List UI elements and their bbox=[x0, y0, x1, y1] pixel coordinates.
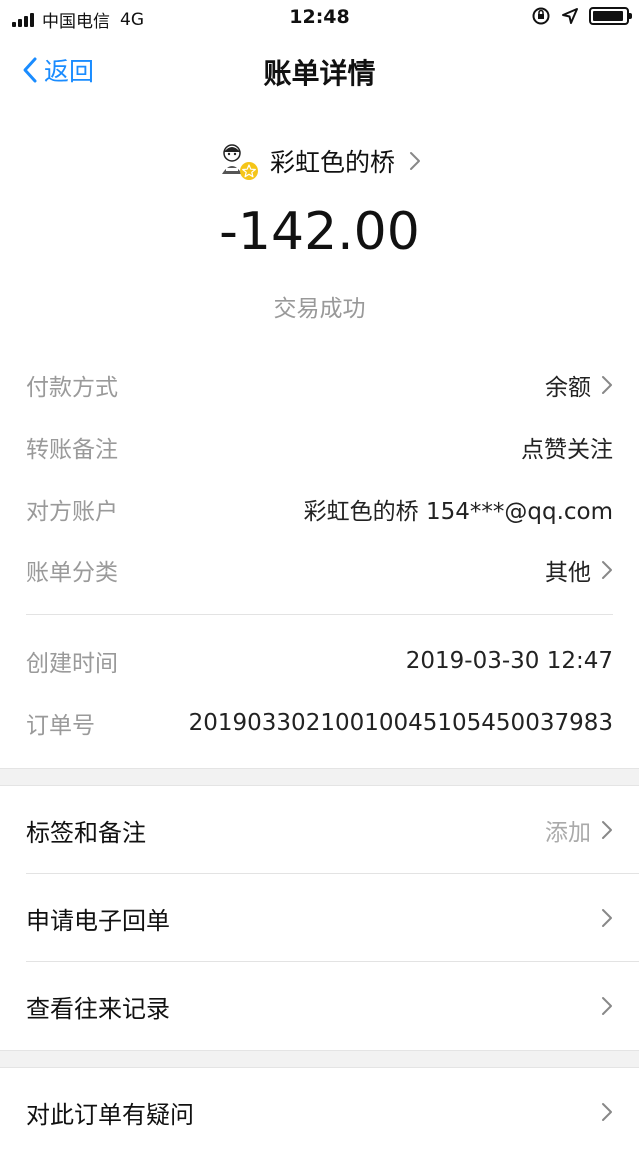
detail-label: 订单号 bbox=[26, 713, 95, 739]
detail-value: 点赞关注 bbox=[521, 437, 613, 463]
category-value: 其他 bbox=[545, 560, 591, 586]
menu-item-label: 标签和备注 bbox=[26, 818, 146, 847]
amount: -142.00 bbox=[219, 202, 420, 262]
trade-status: 交易成功 bbox=[273, 296, 366, 322]
location-icon bbox=[562, 8, 578, 24]
chevron-right-icon bbox=[602, 1103, 612, 1121]
menu-item-right bbox=[601, 996, 613, 1016]
page-title: 账单详情 bbox=[263, 57, 376, 90]
detail-label: 账单分类 bbox=[26, 560, 118, 586]
detail-label: 转账备注 bbox=[26, 437, 118, 463]
detail-value: 其他 bbox=[545, 553, 613, 587]
detail-row-counterparty: 对方账户 彩虹色的桥 154***@qq.com bbox=[26, 489, 613, 529]
nav-bar: 返回 账单详情 bbox=[0, 38, 639, 108]
section-gap bbox=[0, 768, 639, 786]
detail-row-category[interactable]: 账单分类 其他 bbox=[26, 550, 613, 590]
chevron-right-icon bbox=[602, 909, 612, 927]
menu-item-tags-notes[interactable]: 标签和备注 添加 bbox=[0, 786, 639, 874]
payee-link[interactable]: 彩虹色的桥 bbox=[0, 140, 639, 182]
chevron-right-icon bbox=[602, 997, 612, 1015]
menu-item-e-receipt[interactable]: 申请电子回单 bbox=[0, 874, 639, 962]
chevron-right-icon bbox=[602, 821, 612, 839]
status-right bbox=[531, 6, 632, 26]
payee-name: 彩虹色的桥 bbox=[269, 148, 395, 177]
battery-icon bbox=[589, 7, 632, 25]
menu-item-right: 添加 bbox=[545, 813, 613, 847]
detail-row-created-time: 创建时间 2019-03-30 12:47 bbox=[26, 641, 613, 681]
section-gap bbox=[0, 1050, 639, 1068]
detail-value: 彩虹色的桥 154***@qq.com bbox=[303, 499, 613, 525]
avatar bbox=[218, 140, 260, 182]
menu-item-right bbox=[601, 908, 613, 928]
status-bar: 中国电信 4G 12:48 bbox=[0, 0, 639, 38]
chevron-right-icon bbox=[602, 561, 612, 579]
rotation-lock-icon bbox=[532, 7, 550, 25]
chevron-right-icon bbox=[602, 376, 612, 394]
detail-label: 付款方式 bbox=[26, 375, 118, 401]
detail-value: 2019-03-30 12:47 bbox=[405, 648, 613, 674]
detail-row-payment-method[interactable]: 付款方式 余额 bbox=[26, 365, 613, 405]
detail-label: 创建时间 bbox=[26, 651, 118, 677]
menu-item-label: 查看往来记录 bbox=[26, 994, 170, 1023]
menu-item-history[interactable]: 查看往来记录 bbox=[0, 962, 639, 1050]
detail-value: 20190330210010045105450037983 bbox=[188, 710, 613, 736]
chevron-right-icon bbox=[410, 152, 420, 170]
menu-item-label: 对此订单有疑问 bbox=[26, 1100, 194, 1129]
divider bbox=[26, 614, 613, 615]
menu-item-hint: 添加 bbox=[545, 820, 591, 846]
detail-row-transfer-note: 转账备注 点赞关注 bbox=[26, 427, 613, 467]
detail-row-order-number: 订单号 20190330210010045105450037983 bbox=[26, 703, 613, 743]
menu-item-order-question[interactable]: 对此订单有疑问 bbox=[0, 1068, 639, 1156]
payment-method-value: 余额 bbox=[545, 375, 591, 401]
menu-item-right bbox=[601, 1102, 613, 1122]
avatar-image bbox=[221, 144, 258, 180]
detail-value: 余额 bbox=[545, 368, 613, 402]
menu-item-label: 申请电子回单 bbox=[26, 906, 170, 935]
detail-label: 对方账户 bbox=[26, 499, 118, 525]
